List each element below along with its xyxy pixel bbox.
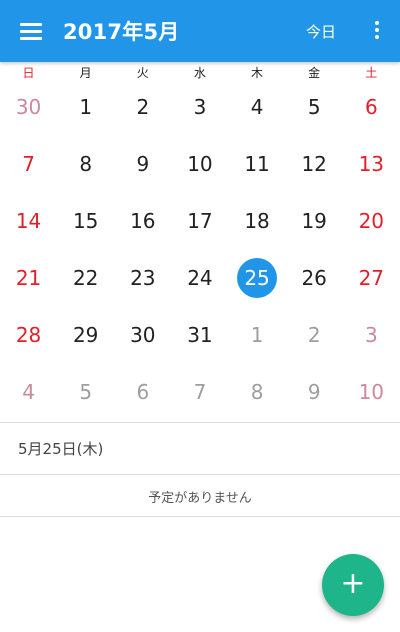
add-event-button[interactable]: +: [322, 554, 384, 616]
calendar-day[interactable]: 7: [171, 363, 228, 420]
today-button[interactable]: 今日: [306, 21, 336, 42]
calendar-day[interactable]: 21: [0, 249, 57, 306]
calendar-day[interactable]: 23: [114, 249, 171, 306]
calendar-day[interactable]: 10: [171, 135, 228, 192]
calendar-day[interactable]: 3: [343, 306, 400, 363]
calendar-day[interactable]: 2: [286, 306, 343, 363]
calendar-day[interactable]: 15: [57, 192, 114, 249]
calendar-day[interactable]: 9: [286, 363, 343, 420]
calendar-day[interactable]: 6: [343, 78, 400, 135]
add-icon: +: [340, 566, 366, 601]
calendar-day[interactable]: 22: [57, 249, 114, 306]
calendar-day[interactable]: 19: [286, 192, 343, 249]
calendar-day[interactable]: 31: [171, 306, 228, 363]
calendar-day[interactable]: 30: [0, 78, 57, 135]
calendar-day[interactable]: 4: [229, 78, 286, 135]
selected-date-label: 5月25日(木): [18, 440, 104, 458]
calendar-day[interactable]: 29: [57, 306, 114, 363]
calendar-day[interactable]: 30: [114, 306, 171, 363]
calendar-day[interactable]: 5: [57, 363, 114, 420]
calendar-day-selected[interactable]: 25: [229, 249, 286, 306]
app-bar: 2017年5月 今日: [0, 0, 400, 62]
calendar-day[interactable]: 14: [0, 192, 57, 249]
calendar-day[interactable]: 13: [343, 135, 400, 192]
calendar-day[interactable]: 1: [57, 78, 114, 135]
calendar-week: 21 22 23 24 25 26 27: [0, 249, 400, 306]
no-events-message: 予定がありません: [148, 491, 252, 506]
calendar-week: 28 29 30 31 1 2 3: [0, 306, 400, 363]
more-vert-icon[interactable]: [370, 20, 384, 42]
calendar-week: 14 15 16 17 18 19 20: [0, 192, 400, 249]
calendar-day[interactable]: 3: [171, 78, 228, 135]
calendar-day[interactable]: 9: [114, 135, 171, 192]
calendar-day[interactable]: 24: [171, 249, 228, 306]
calendar-day[interactable]: 11: [229, 135, 286, 192]
divider: [0, 474, 400, 475]
calendar-day[interactable]: 4: [0, 363, 57, 420]
calendar-grid: 30 1 2 3 4 5 6 7 8 9 10 11 12 13 14 15 1…: [0, 78, 400, 420]
calendar-day[interactable]: 2: [114, 78, 171, 135]
calendar-day[interactable]: 10: [343, 363, 400, 420]
calendar-week: 30 1 2 3 4 5 6: [0, 78, 400, 135]
calendar-day[interactable]: 8: [57, 135, 114, 192]
calendar-day[interactable]: 17: [171, 192, 228, 249]
calendar-week: 7 8 9 10 11 12 13: [0, 135, 400, 192]
calendar-day[interactable]: 12: [286, 135, 343, 192]
calendar-day[interactable]: 5: [286, 78, 343, 135]
calendar-day[interactable]: 7: [0, 135, 57, 192]
calendar-day[interactable]: 20: [343, 192, 400, 249]
divider: [0, 516, 400, 517]
calendar-day[interactable]: 8: [229, 363, 286, 420]
calendar-day[interactable]: 27: [343, 249, 400, 306]
calendar-day[interactable]: 18: [229, 192, 286, 249]
page-title: 2017年5月: [63, 20, 180, 44]
calendar-day[interactable]: 1: [229, 306, 286, 363]
calendar-day[interactable]: 28: [0, 306, 57, 363]
calendar-day[interactable]: 26: [286, 249, 343, 306]
calendar-day[interactable]: 16: [114, 192, 171, 249]
hamburger-menu-icon[interactable]: [20, 21, 42, 41]
divider: [0, 422, 400, 423]
calendar-day[interactable]: 6: [114, 363, 171, 420]
calendar-week: 4 5 6 7 8 9 10: [0, 363, 400, 420]
